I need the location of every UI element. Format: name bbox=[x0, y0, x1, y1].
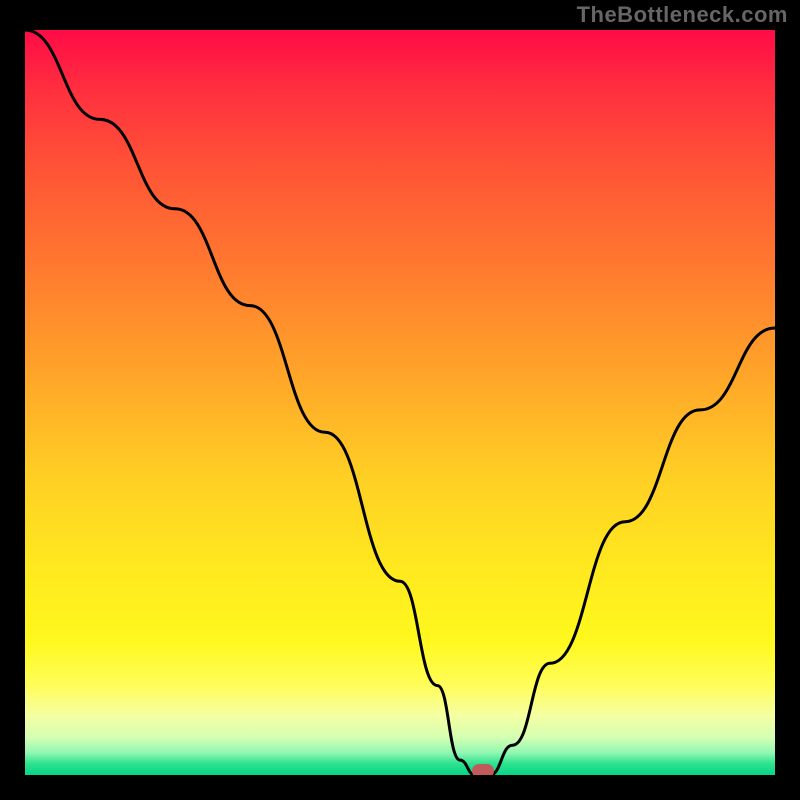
bottleneck-curve bbox=[25, 30, 775, 775]
optimal-marker bbox=[472, 764, 494, 775]
watermark-text: TheBottleneck.com bbox=[577, 2, 788, 28]
chart-frame: TheBottleneck.com bbox=[0, 0, 800, 800]
plot-area bbox=[25, 30, 775, 775]
